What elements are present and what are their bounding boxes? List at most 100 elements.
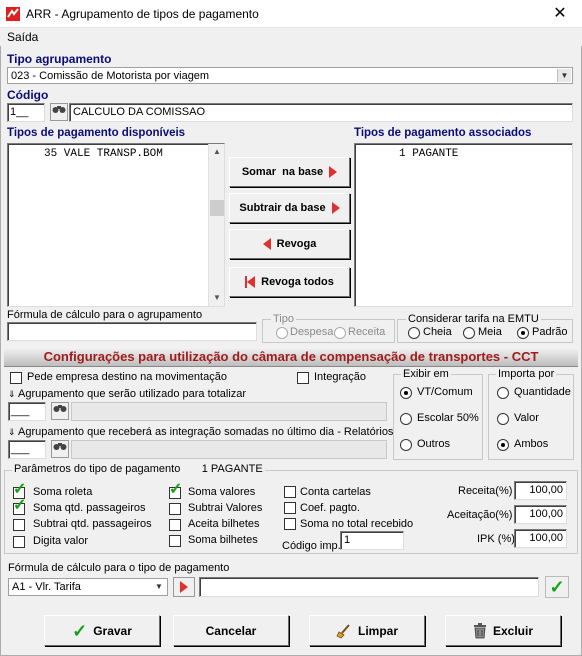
valor-label: Valor	[514, 412, 539, 424]
subtrair-button[interactable]: Subtrair da base	[229, 193, 350, 223]
subtrai-qtd-passageiros-label: Subtrai qtd. passageiros	[33, 518, 152, 530]
ambos-radio[interactable]	[497, 439, 509, 451]
codigo-input[interactable]: 1__	[7, 103, 45, 122]
trash-icon	[473, 622, 486, 638]
despesa-radio[interactable]	[276, 327, 288, 339]
agrup-integracao-label: ⇓ Agrupamento que receberá as integração…	[8, 426, 394, 438]
formula-tipo-input[interactable]	[199, 577, 539, 597]
cheia-radio[interactable]	[408, 327, 420, 339]
menu-saida[interactable]: Saída	[7, 30, 38, 44]
app-icon	[6, 7, 20, 21]
codigo-descricao-input[interactable]: CALCULO DA COMISSAO	[69, 103, 573, 122]
arrow-right-icon	[180, 581, 188, 593]
exibir-em-label: Exibir em	[401, 368, 451, 380]
receita-radio[interactable]	[334, 327, 346, 339]
check-icon: ✓	[13, 481, 27, 498]
conta-cartelas-checkbox[interactable]	[284, 486, 296, 498]
quantidade-label: Quantidade	[514, 386, 571, 398]
receita-pct-input[interactable]: 100,00	[514, 481, 567, 500]
arrow-right-icon	[331, 202, 340, 214]
revoga-button[interactable]: Revoga	[229, 229, 350, 259]
confirm-formula-button[interactable]: ✓	[545, 576, 569, 598]
disponiveis-scrollbar[interactable]: ▲ ▼	[208, 144, 224, 306]
agrup-totalizar-code[interactable]: ___	[8, 402, 46, 421]
cancelar-button[interactable]: Cancelar	[173, 615, 289, 646]
binoculars-icon[interactable]	[51, 402, 69, 420]
pede-empresa-checkbox[interactable]	[10, 372, 22, 384]
aceita-bilhetes-checkbox[interactable]	[169, 519, 181, 531]
arrow-first-icon	[245, 276, 256, 288]
codigo-imp-input[interactable]: 1	[340, 531, 404, 550]
disponiveis-label: Tipos de pagamento disponíveis	[7, 127, 186, 139]
ipk-pct-input[interactable]: 100,00	[514, 529, 567, 548]
menu-bar: Saída	[0, 28, 582, 46]
soma-valores-label: Soma valores	[188, 486, 256, 498]
revoga-todos-button[interactable]: Revoga todos	[229, 267, 350, 297]
codigo-imp-label: Código imp.	[282, 540, 341, 552]
formula-tipo-select[interactable]: A1 - Vlr. Tarifa ▼	[8, 578, 168, 596]
arrow-left-icon	[262, 238, 271, 250]
disponiveis-list[interactable]: 35 VALE TRANSP.BOM ▲ ▼	[7, 143, 225, 307]
chevron-down-icon[interactable]: ▼	[557, 69, 571, 82]
receita-label: Receita	[348, 326, 386, 338]
check-icon: ✓	[72, 620, 88, 641]
escolar-radio[interactable]	[400, 413, 412, 425]
agrup-totalizar-label: ⇓ Agrupamento que serão utilizado para t…	[8, 388, 247, 400]
soma-total-recebido-checkbox[interactable]	[284, 518, 296, 530]
associados-list[interactable]: 1 PAGANTE	[354, 143, 573, 307]
excluir-button[interactable]: Excluir	[445, 615, 561, 646]
subtrai-qtd-passageiros-checkbox[interactable]	[13, 519, 25, 531]
vt-comum-radio[interactable]	[400, 387, 412, 399]
subtrai-valores-label: Subtrai Valores	[188, 502, 263, 514]
check-icon: ✓	[549, 577, 565, 597]
aceitacao-pct-input[interactable]: 100,00	[514, 505, 567, 524]
outros-label: Outros	[417, 438, 451, 450]
importa-por-label: Importa por	[496, 368, 557, 380]
valor-radio[interactable]	[497, 413, 509, 425]
chevron-down-icon[interactable]: ▼	[152, 580, 166, 594]
soma-qtd-passageiros-label: Soma qtd. passageiros	[33, 502, 146, 514]
limpar-button[interactable]: Limpar	[309, 615, 425, 646]
scroll-up-icon[interactable]: ▲	[209, 144, 225, 160]
digita-valor-checkbox[interactable]	[13, 536, 25, 548]
binoculars-icon[interactable]	[50, 103, 68, 121]
close-icon[interactable]: ✕	[538, 0, 582, 28]
pede-empresa-label: Pede empresa destino na movimentação	[27, 371, 227, 383]
receita-pct-label: Receita(%)	[458, 485, 513, 497]
scroll-thumb[interactable]	[210, 200, 224, 216]
tipo-agrupamento-select[interactable]: 023 - Comissão de Motorista por viagem ▼	[7, 67, 573, 84]
quantidade-radio[interactable]	[497, 387, 509, 399]
subtrai-valores-checkbox[interactable]	[169, 503, 181, 515]
soma-qtd-passageiros-checkbox[interactable]: ✓	[13, 498, 26, 515]
list-item[interactable]: 1 PAGANTE	[399, 148, 458, 160]
meia-radio[interactable]	[463, 327, 475, 339]
integracao-label: Integração	[314, 371, 366, 383]
formula-agrupamento-input[interactable]	[7, 322, 257, 341]
padrao-radio[interactable]	[517, 327, 529, 339]
somar-button[interactable]: Somar na base	[229, 157, 350, 187]
digita-valor-label: Digita valor	[33, 535, 89, 547]
tipo-atual: 1 PAGANTE	[201, 463, 263, 475]
parametros-label: Parâmetros do tipo de pagamento 1 PAGANT…	[12, 463, 265, 475]
outros-radio[interactable]	[400, 439, 412, 451]
agrup-integracao-code[interactable]: ___	[8, 440, 46, 459]
binoculars-icon[interactable]	[51, 440, 69, 458]
soma-valores-checkbox[interactable]: ✓	[169, 482, 182, 499]
tipo-agrupamento-label: Tipo agrupamento	[7, 52, 112, 66]
escolar-label: Escolar 50%	[417, 412, 479, 424]
list-item[interactable]: 35 VALE TRANSP.BOM	[44, 148, 163, 160]
cheia-label: Cheia	[423, 326, 452, 338]
coef-pagto-checkbox[interactable]	[284, 502, 296, 514]
insert-formula-button[interactable]	[173, 577, 195, 597]
codigo-label: Código	[7, 88, 49, 102]
aceita-bilhetes-label: Aceita bilhetes	[188, 518, 260, 530]
gravar-button[interactable]: ✓ Gravar	[44, 615, 160, 646]
integracao-checkbox[interactable]	[297, 372, 309, 384]
tarifa-label: Considerar tarifa na EMTU	[406, 313, 541, 325]
formula-tipo-label: Fórmula de cálculo para o tipo de pagame…	[8, 562, 230, 574]
associados-label: Tipos de pagamento associados	[354, 127, 532, 139]
tipo-agrupamento-value: 023 - Comissão de Motorista por viagem	[11, 70, 210, 82]
soma-bilhetes-checkbox[interactable]	[169, 535, 181, 547]
scroll-down-icon[interactable]: ▼	[209, 290, 225, 306]
soma-bilhetes-label: Soma bilhetes	[188, 534, 258, 546]
